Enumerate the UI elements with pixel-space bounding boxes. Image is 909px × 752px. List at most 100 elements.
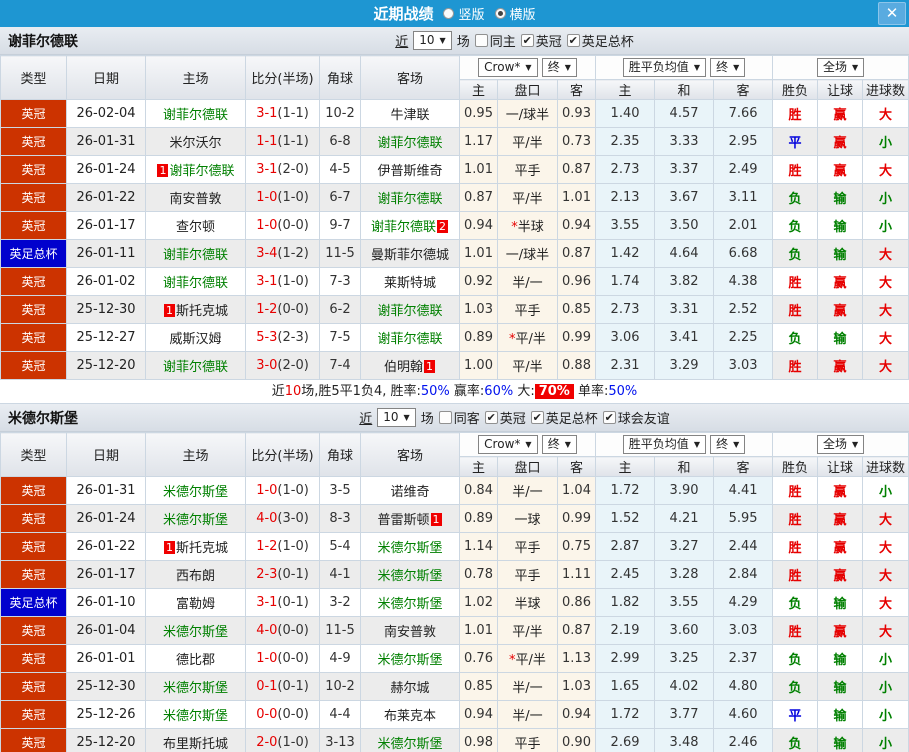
goals-result: 大 <box>863 296 909 324</box>
home-team: 米德尔斯堡 <box>146 477 246 505</box>
score: 5-3(2-3) <box>246 324 320 352</box>
column-header: 角球 <box>320 56 361 100</box>
goals-result: 小 <box>863 184 909 212</box>
sub-column-header: 主 <box>460 457 498 477</box>
sub-column-header: 胜负 <box>773 80 818 100</box>
halftime-score: (1-1) <box>277 134 308 149</box>
match-result: 负 <box>773 184 818 212</box>
handicap-result: 赢 <box>818 128 863 156</box>
team-name: 米德尔斯堡 <box>163 681 228 696</box>
scope-select[interactable]: 全场 ▼ <box>817 435 864 454</box>
home-handicap-odds: 0.89 <box>460 505 498 533</box>
lose-odds: 4.60 <box>714 701 773 729</box>
goals-result: 大 <box>863 561 909 589</box>
close-button[interactable]: ✕ <box>878 2 906 25</box>
win-odds: 1.72 <box>596 477 655 505</box>
bookmaker-select[interactable]: Crow* ▼ <box>478 58 537 77</box>
home-handicap-odds: 0.89 <box>460 324 498 352</box>
section-team-name: 米德尔斯堡 <box>0 408 78 428</box>
team-name: 莱斯特城 <box>384 276 436 291</box>
competition-filter[interactable]: 英冠 <box>485 408 526 427</box>
final-odds-select[interactable]: 终 ▼ <box>710 435 745 454</box>
handicap-line: 平手 <box>498 156 558 184</box>
match-result: 负 <box>773 645 818 673</box>
handicap-line: 一球 <box>498 505 558 533</box>
panel-title: 近期战绩 <box>373 3 433 24</box>
final-odds-select[interactable]: 终 ▼ <box>710 58 745 77</box>
handicap-result: 赢 <box>818 296 863 324</box>
match-row: 英冠 25-12-26 米德尔斯堡 0-0(0-0) 4-4 布莱克本 0.94… <box>1 701 909 729</box>
team-name: 米德尔斯堡 <box>377 597 442 612</box>
goals-result: 大 <box>863 324 909 352</box>
match-count-select[interactable]: 10 ▼ <box>377 408 415 427</box>
match-date: 26-01-24 <box>67 505 146 533</box>
lose-odds: 3.03 <box>714 617 773 645</box>
win-odds: 3.06 <box>596 324 655 352</box>
bookmaker-select[interactable]: Crow* ▼ <box>478 435 537 454</box>
match-count-select[interactable]: 10 ▼ <box>413 31 451 50</box>
competition-filter[interactable]: 英足总杯 <box>531 408 598 427</box>
wdl-average-select[interactable]: 胜平负均值 ▼ <box>623 58 706 77</box>
draw-odds: 3.77 <box>655 701 714 729</box>
match-date: 25-12-30 <box>67 673 146 701</box>
halftime-score: (0-1) <box>277 679 308 694</box>
score: 4-0(3-0) <box>246 505 320 533</box>
match-date: 26-01-22 <box>67 533 146 561</box>
summary-segment: 10 <box>285 384 302 399</box>
team-name: 伊普斯维奇 <box>377 164 442 179</box>
match-date: 25-12-20 <box>67 729 146 752</box>
lose-odds: 2.37 <box>714 645 773 673</box>
layout-horizontal-option[interactable]: 横版 <box>495 4 536 23</box>
home-team: 谢菲尔德联 <box>146 240 246 268</box>
layout-vertical-option[interactable]: 竖版 <box>443 4 484 23</box>
same-venue-filter[interactable]: 同客 <box>439 408 480 427</box>
column-header: 主场 <box>146 433 246 477</box>
same-venue-filter[interactable]: 同主 <box>475 31 516 50</box>
home-team: 查尔顿 <box>146 212 246 240</box>
final-odds-select[interactable]: 终 ▼ <box>542 58 577 77</box>
corners: 7-5 <box>320 324 361 352</box>
odds-group-header: 胜平负均值 ▼ 终 ▼ <box>596 56 773 80</box>
match-date: 26-01-01 <box>67 645 146 673</box>
matches-table: 类型日期主场比分(半场)角球客场Crow* ▼ 终 ▼胜平负均值 ▼ 终 ▼全场… <box>0 432 909 752</box>
checkbox-icon <box>439 411 452 424</box>
goals-result: 小 <box>863 212 909 240</box>
win-odds: 2.73 <box>596 296 655 324</box>
competition-filter[interactable]: 英足总杯 <box>567 31 634 50</box>
match-row: 英冠 26-01-24 1谢菲尔德联 3-1(2-0) 4-5 伊普斯维奇 1.… <box>1 156 909 184</box>
scope-select[interactable]: 全场 ▼ <box>817 58 864 77</box>
win-odds: 2.69 <box>596 729 655 752</box>
score: 1-0(1-0) <box>246 184 320 212</box>
titlebar: 近期战绩 竖版 横版 ✕ <box>0 0 909 27</box>
wdl-average-select[interactable]: 胜平负均值 ▼ <box>623 435 706 454</box>
competition-badge: 英冠 <box>1 645 67 673</box>
competition-filter[interactable]: 英冠 <box>521 31 562 50</box>
home-team: 米德尔斯堡 <box>146 701 246 729</box>
corners: 10-2 <box>320 673 361 701</box>
match-result: 胜 <box>773 505 818 533</box>
score: 2-3(0-1) <box>246 561 320 589</box>
draw-odds: 3.33 <box>655 128 714 156</box>
column-header: 角球 <box>320 433 361 477</box>
win-odds: 2.35 <box>596 128 655 156</box>
away-handicap-odds: 0.87 <box>558 156 596 184</box>
team-name: 伯明翰 <box>384 360 423 375</box>
match-row: 英冠 25-12-30 1斯托克城 1-2(0-0) 6-2 谢菲尔德联 1.0… <box>1 296 909 324</box>
draw-odds: 4.21 <box>655 505 714 533</box>
win-odds: 2.99 <box>596 645 655 673</box>
away-team: 谢菲尔德联2 <box>361 212 460 240</box>
draw-odds: 3.50 <box>655 212 714 240</box>
fulltime-score: 1-1 <box>256 134 277 149</box>
lose-odds: 4.38 <box>714 268 773 296</box>
competition-filter[interactable]: 球会友谊 <box>603 408 670 427</box>
filter-controls: 近 10 ▼ 场 同客 英冠英足总杯球会友谊 <box>0 408 909 427</box>
fulltime-score: 1-2 <box>256 302 277 317</box>
score: 1-2(1-0) <box>246 533 320 561</box>
away-team: 谢菲尔德联 <box>361 128 460 156</box>
lose-odds: 4.80 <box>714 673 773 701</box>
final-odds-select[interactable]: 终 ▼ <box>542 435 577 454</box>
away-team: 伊普斯维奇 <box>361 156 460 184</box>
away-team: 谢菲尔德联 <box>361 296 460 324</box>
draw-odds: 3.90 <box>655 477 714 505</box>
radio-checked-icon <box>495 8 506 19</box>
